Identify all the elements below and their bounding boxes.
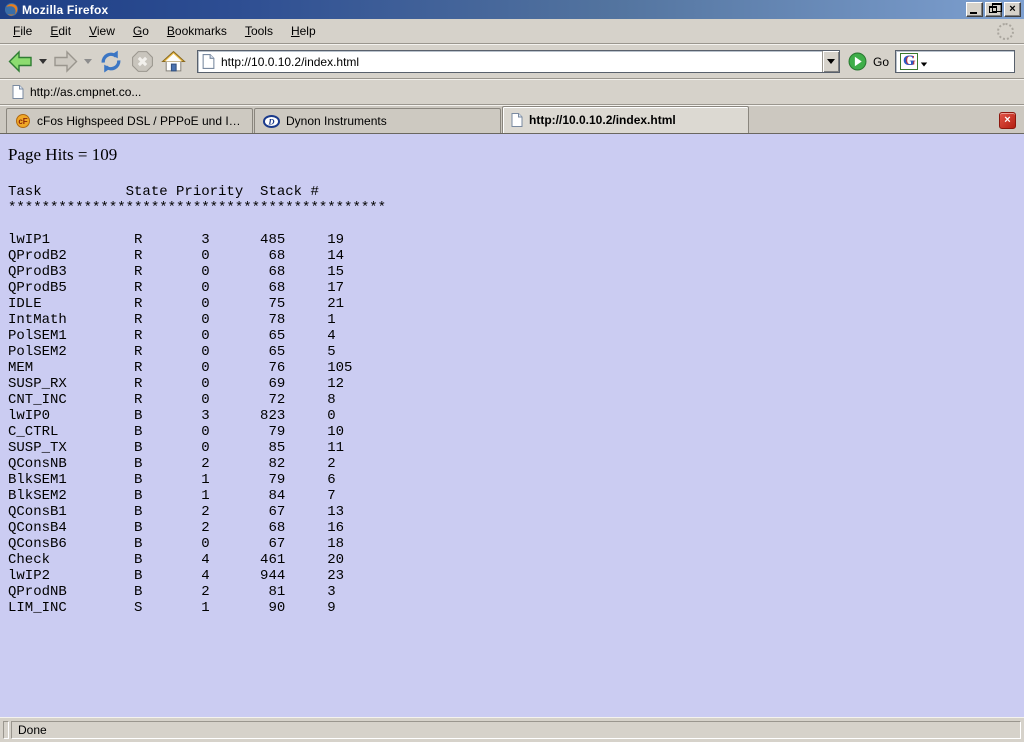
page-icon <box>12 85 24 99</box>
throbber-icon <box>997 23 1014 40</box>
menu-file[interactable]: File <box>4 21 41 41</box>
tab-label: http://10.0.10.2/index.html <box>529 113 676 127</box>
minimize-icon <box>970 12 977 14</box>
tab-label: Dynon Instruments <box>286 114 387 128</box>
back-icon <box>7 49 34 74</box>
menu-go[interactable]: Go <box>124 21 158 41</box>
tab-dynon[interactable]: D Dynon Instruments <box>254 108 501 133</box>
restore-icon <box>989 6 997 13</box>
window-title: Mozilla Firefox <box>22 3 964 17</box>
minimize-button[interactable] <box>966 2 983 17</box>
go-button[interactable]: Go <box>848 52 889 71</box>
task-table: Task State Priority Stack # ************… <box>8 184 1016 616</box>
stop-icon <box>129 49 156 74</box>
search-input[interactable]: G <box>895 50 1015 73</box>
menu-edit[interactable]: Edit <box>41 21 80 41</box>
navigation-toolbar: http://10.0.10.2/index.html Go G <box>0 44 1024 79</box>
page-hits-text: Page Hits = 109 <box>8 145 1016 165</box>
stop-button[interactable] <box>127 47 158 76</box>
titlebar: Mozilla Firefox × <box>0 0 1024 19</box>
menu-view[interactable]: View <box>80 21 124 41</box>
status-grip <box>3 721 9 739</box>
browser-window: Mozilla Firefox × File Edit View Go Book… <box>0 0 1024 742</box>
tab-bar: cF cFos Highspeed DSL / PPPoE und ISDN C… <box>0 105 1024 134</box>
url-history-dropdown[interactable] <box>822 51 839 72</box>
restore-button[interactable] <box>985 2 1002 17</box>
forward-button[interactable] <box>50 47 81 76</box>
svg-text:D: D <box>267 116 274 126</box>
address-bar[interactable]: http://10.0.10.2/index.html <box>197 50 840 73</box>
search-engine-dropdown-caret[interactable] <box>920 63 926 67</box>
close-tab-button[interactable]: × <box>999 112 1016 129</box>
tab-cfos[interactable]: cF cFos Highspeed DSL / PPPoE und ISDN C… <box>6 108 253 133</box>
menu-tools[interactable]: Tools <box>236 21 282 41</box>
cfos-icon: cF <box>15 114 31 128</box>
back-dropdown-caret[interactable] <box>39 59 47 64</box>
tab-label: cFos Highspeed DSL / PPPoE und ISDN CAP.… <box>37 114 244 128</box>
back-button[interactable] <box>5 47 36 76</box>
reload-icon <box>97 49 125 74</box>
page-icon <box>511 113 523 127</box>
forward-dropdown-caret[interactable] <box>84 59 92 64</box>
status-bar: Done <box>0 717 1024 742</box>
status-text: Done <box>11 721 1021 739</box>
firefox-logo-icon <box>4 2 19 17</box>
home-button[interactable] <box>158 47 189 76</box>
forward-icon <box>52 49 79 74</box>
bookmark-label: http://as.cmpnet.co... <box>30 85 141 99</box>
reload-button[interactable] <box>95 47 127 76</box>
menu-bookmarks[interactable]: Bookmarks <box>158 21 236 41</box>
go-label: Go <box>873 55 889 69</box>
chevron-down-icon <box>827 59 835 64</box>
bookmarks-toolbar: http://as.cmpnet.co... <box>0 79 1024 105</box>
close-icon: × <box>1009 4 1015 15</box>
page-content: Page Hits = 109 Task State Priority Stac… <box>0 134 1024 717</box>
go-icon <box>848 52 867 71</box>
home-icon <box>160 49 187 74</box>
bookmark-item[interactable]: http://as.cmpnet.co... <box>8 83 145 101</box>
close-button[interactable]: × <box>1004 2 1021 17</box>
svg-text:cF: cF <box>18 117 27 126</box>
tab-active-index-page[interactable]: http://10.0.10.2/index.html <box>502 106 749 133</box>
url-text[interactable]: http://10.0.10.2/index.html <box>221 55 822 69</box>
google-icon: G <box>900 53 918 70</box>
menu-help[interactable]: Help <box>282 21 325 41</box>
page-icon <box>202 54 215 69</box>
close-icon: × <box>1004 115 1010 126</box>
menubar: File Edit View Go Bookmarks Tools Help <box>0 19 1024 44</box>
dynon-icon: D <box>263 115 280 128</box>
